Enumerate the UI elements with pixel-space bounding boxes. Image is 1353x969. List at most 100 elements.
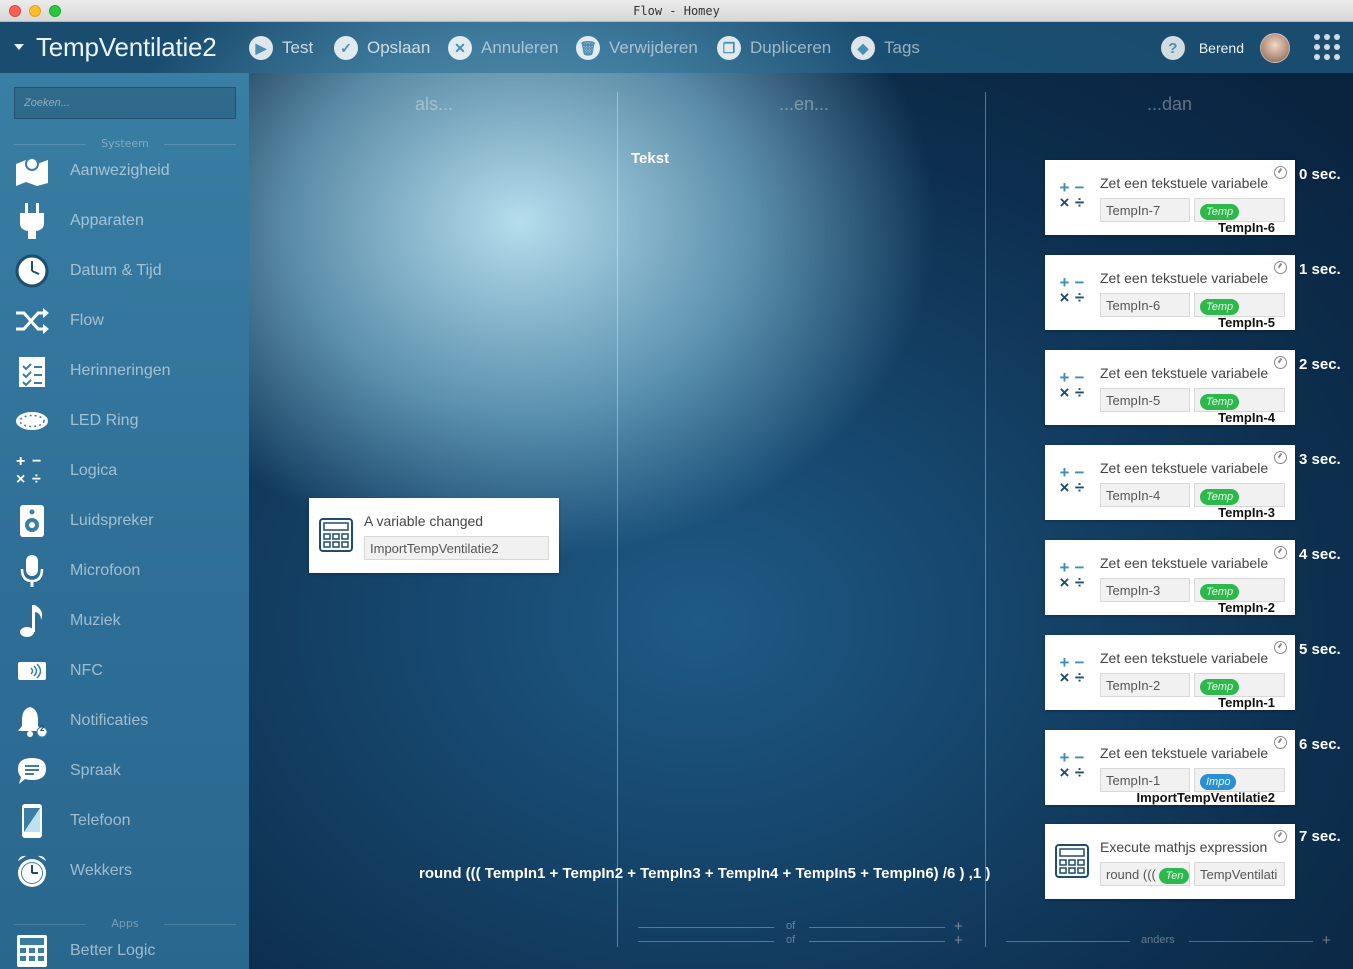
timer-icon[interactable] xyxy=(1274,451,1287,464)
variable-field[interactable]: TempIn-4 xyxy=(1100,483,1190,507)
action-card[interactable]: + − × ÷ Zet een tekstuele variabele TempIn-… xyxy=(1045,160,1295,235)
sidebar-item-logica[interactable]: + − × ÷ Logica xyxy=(14,451,239,491)
sidebar-item-datum-tijd[interactable]: Datum & Tijd xyxy=(14,251,239,291)
timer-icon[interactable] xyxy=(1274,261,1287,274)
calculator-icon xyxy=(14,933,50,969)
expression-tag: Ten xyxy=(1159,868,1189,884)
add-en-group-button[interactable]: + xyxy=(954,932,963,949)
divider xyxy=(1006,941,1130,942)
duplicate-icon: ❐ xyxy=(717,36,741,60)
delete-button[interactable]: 🗑 Verwijderen xyxy=(576,36,698,60)
divider xyxy=(809,941,945,942)
variable-field[interactable]: TempIn-2 xyxy=(1100,673,1190,697)
sidebar-item-luidspreker[interactable]: Luidspreker xyxy=(14,501,239,541)
section-systeem: Systeem xyxy=(14,137,236,151)
tags-button[interactable]: ◆ Tags xyxy=(851,36,920,60)
sidebar-item-wekkers[interactable]: Wekkers xyxy=(14,851,239,891)
sidebar-item-microfoon[interactable]: Microfoon xyxy=(14,551,239,591)
sidebar-item-nfc[interactable]: NFC xyxy=(14,651,239,691)
timer-icon[interactable] xyxy=(1274,356,1287,369)
sidebar-item-label: Datum & Tijd xyxy=(70,262,162,279)
timer-icon[interactable] xyxy=(1274,830,1287,843)
math-expression-field[interactable]: round ((( Ten xyxy=(1100,862,1190,886)
action-card[interactable]: + − × ÷ Zet een tekstuele variabele TempIn-… xyxy=(1045,635,1295,710)
tag-caption: TempIn-5 xyxy=(1218,315,1275,330)
tags-label: Tags xyxy=(884,38,920,57)
plug-icon xyxy=(14,203,50,239)
sidebar-item-notificaties[interactable]: 2 Notificaties xyxy=(14,701,239,741)
nfc-icon xyxy=(14,653,50,689)
sidebar-item-apparaten[interactable]: Apparaten xyxy=(14,201,239,241)
delay-label: 7 sec. xyxy=(1299,828,1341,845)
sidebar-item-label: Flow xyxy=(70,312,104,329)
math-action-card[interactable]: Execute mathjs expression round ((( Ten … xyxy=(1045,824,1295,899)
music-note-icon xyxy=(14,603,50,639)
cancel-button[interactable]: ✕ Annuleren xyxy=(448,36,559,60)
timer-icon[interactable] xyxy=(1274,546,1287,559)
user-area: ? Berend xyxy=(1160,33,1290,63)
sidebar-item-telefoon[interactable]: Telefoon xyxy=(14,801,239,841)
value-field[interactable]: Temp xyxy=(1194,483,1285,507)
avatar[interactable] xyxy=(1260,33,1290,63)
value-field[interactable]: Temp xyxy=(1194,578,1285,602)
user-name[interactable]: Berend xyxy=(1199,40,1244,56)
flow-title-dropdown[interactable]: TempVentilatie2 xyxy=(14,32,217,62)
trigger-variable-field[interactable]: ImportTempVentilatie2 xyxy=(364,536,549,560)
delay-label: 3 sec. xyxy=(1299,451,1341,468)
search-input[interactable]: Zoeken... xyxy=(14,87,236,119)
variable-field[interactable]: TempIn-5 xyxy=(1100,388,1190,412)
checklist-icon xyxy=(14,353,50,389)
math-operators-icon: + − × ÷ xyxy=(1059,558,1085,592)
action-card[interactable]: + − × ÷ Zet een tekstuele variabele TempIn-… xyxy=(1045,350,1295,425)
value-tag: Temp xyxy=(1200,584,1240,600)
clock-icon xyxy=(14,253,50,289)
sidebar-item-herinneringen[interactable]: Herinneringen xyxy=(14,351,239,391)
speech-bubble-icon xyxy=(14,753,50,789)
action-card[interactable]: + − × ÷ Zet een tekstuele variabele TempIn-… xyxy=(1045,255,1295,330)
apps-grid-icon[interactable] xyxy=(1314,34,1340,60)
value-field[interactable]: Temp xyxy=(1194,388,1285,412)
trigger-card[interactable]: A variable changed ImportTempVentilatie2 xyxy=(309,498,559,573)
action-card[interactable]: + − × ÷ Zet een tekstuele variabele TempIn-… xyxy=(1045,540,1295,615)
tag-caption: TempIn-1 xyxy=(1218,695,1275,710)
test-button[interactable]: ▶ Test xyxy=(249,36,313,60)
window-titlebar: Flow - Homey xyxy=(0,0,1353,22)
timer-icon[interactable] xyxy=(1274,166,1287,179)
map-icon xyxy=(14,153,50,189)
action-card[interactable]: + − × ÷ Zet een tekstuele variabele TempIn-… xyxy=(1045,445,1295,520)
toolbar: TempVentilatie2 ▶ Test ✓ Opslaan ✕ Annul… xyxy=(0,22,1353,73)
variable-field[interactable]: TempIn-3 xyxy=(1100,578,1190,602)
sidebar-item-led-ring[interactable]: LED Ring xyxy=(14,401,239,441)
math-target-field[interactable]: TempVentilati xyxy=(1194,862,1285,886)
duplicate-button[interactable]: ❐ Dupliceren xyxy=(717,36,831,60)
timer-icon[interactable] xyxy=(1274,641,1287,654)
tag-caption: ImportTempVentilatie2 xyxy=(1136,790,1275,805)
timer-icon[interactable] xyxy=(1274,736,1287,749)
anders-label: anders xyxy=(1141,934,1175,946)
test-label: Test xyxy=(282,38,314,57)
sidebar-item-label: LED Ring xyxy=(70,412,139,429)
variable-field[interactable]: TempIn-1 xyxy=(1100,768,1190,792)
cancel-icon: ✕ xyxy=(448,36,472,60)
duplicate-label: Dupliceren xyxy=(750,38,832,57)
sidebar-item-spraak[interactable]: Spraak xyxy=(14,751,239,791)
divider xyxy=(1189,941,1313,942)
sidebar-item-better-logic[interactable]: Better Logic xyxy=(14,931,239,969)
value-field[interactable]: Temp xyxy=(1194,673,1285,697)
add-anders-action-button[interactable]: + xyxy=(1322,932,1331,949)
save-button[interactable]: ✓ Opslaan xyxy=(334,36,430,60)
action-title: Zet een tekstuele variabele xyxy=(1100,460,1269,476)
value-field[interactable]: Impo xyxy=(1194,768,1285,792)
divider xyxy=(638,941,774,942)
value-field[interactable]: Temp xyxy=(1194,198,1285,222)
variable-field[interactable]: TempIn-6 xyxy=(1100,293,1190,317)
action-card[interactable]: + − × ÷ Zet een tekstuele variabele TempIn-… xyxy=(1045,730,1295,805)
value-field[interactable]: Temp xyxy=(1194,293,1285,317)
sidebar-item-aanwezigheid[interactable]: Aanwezigheid xyxy=(14,151,239,191)
help-icon[interactable]: ? xyxy=(1160,36,1185,60)
action-title: Zet een tekstuele variabele xyxy=(1100,745,1269,761)
sidebar-item-muziek[interactable]: Muziek xyxy=(14,601,239,641)
value-tag: Temp xyxy=(1200,394,1240,410)
variable-field[interactable]: TempIn-7 xyxy=(1100,198,1190,222)
sidebar-item-flow[interactable]: Flow xyxy=(14,301,239,341)
